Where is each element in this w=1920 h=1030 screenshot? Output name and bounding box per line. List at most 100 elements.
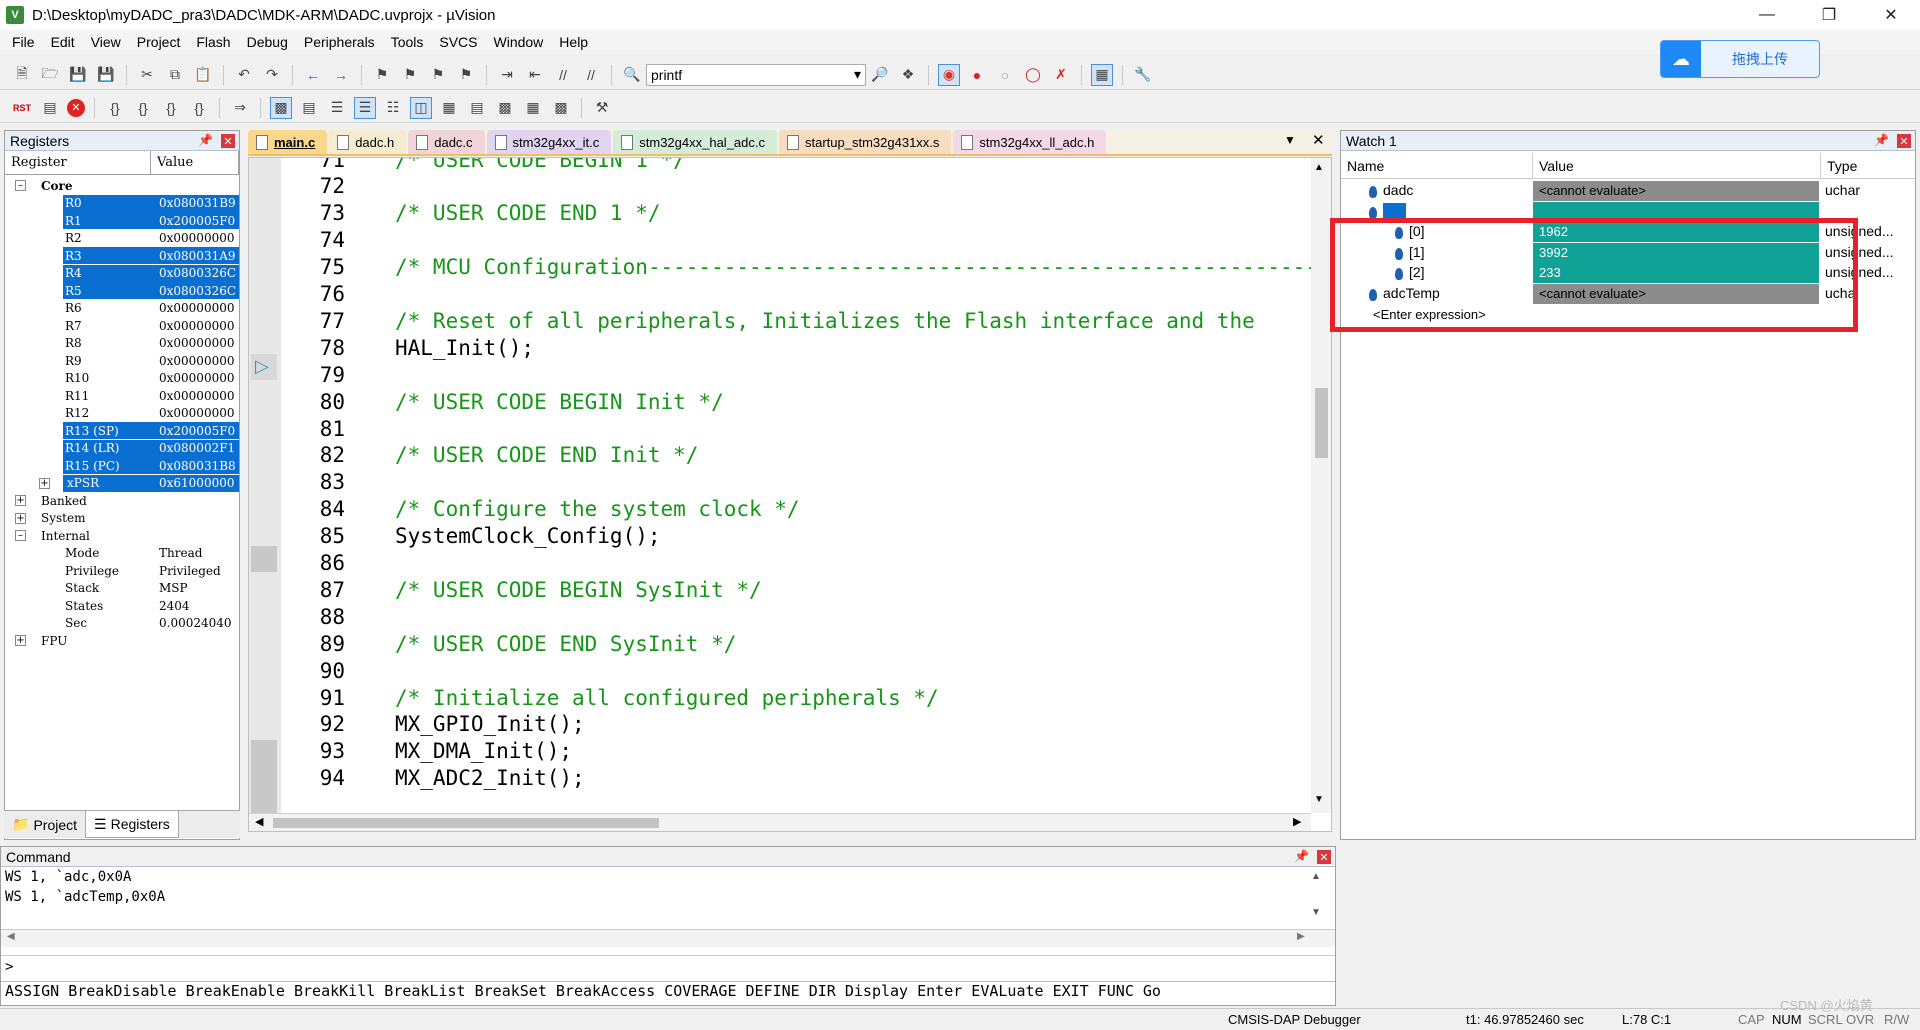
minimize-button[interactable]: — [1738,0,1796,30]
scroll-down-icon[interactable]: ▼ [1314,794,1324,805]
trace-windows-icon[interactable]: ▦ [522,97,544,119]
col-name[interactable]: Name [1341,153,1533,178]
pin-icon[interactable]: 📌 [1294,849,1309,863]
menu-tools[interactable]: Tools [391,34,424,50]
watch-row[interactable]: dadc <cannot evaluate> uchar [1341,181,1915,201]
register-row[interactable]: Stack MSP [5,580,237,597]
window-layout-icon[interactable]: ▦ [1091,63,1113,86]
code-line[interactable]: 91 /* Initialize all configured periphera… [249,684,1299,711]
scroll-down-icon[interactable]: ▼ [1311,907,1321,918]
registers-window-icon[interactable]: ☰ [354,96,376,119]
unindent-icon[interactable]: ⇤ [524,64,546,86]
disable-breakpoints-icon[interactable]: ◯ [1022,64,1044,86]
expand-icon[interactable]: + [39,477,50,489]
step-out-icon[interactable]: {} [160,97,182,119]
code-line[interactable]: 90 [249,657,1299,684]
undo-icon[interactable]: ↶ [233,64,255,86]
col-value[interactable]: Value [151,151,239,174]
editor-tab[interactable]: startup_stm32g431xx.s [779,130,952,154]
call-stack-window-icon[interactable]: ☷ [382,97,404,119]
cut-icon[interactable]: ✂ [136,64,158,86]
scroll-left-icon[interactable]: ◀ [7,931,15,942]
code-line[interactable]: 72 [249,173,1299,200]
breakpoint-icon[interactable]: ● [966,64,988,86]
menu-flash[interactable]: Flash [196,34,230,50]
nav-forward-icon[interactable]: → [330,64,352,86]
code-line[interactable]: 81 [249,415,1299,442]
code-line[interactable]: 86 [249,550,1299,577]
analysis-windows-icon[interactable]: ▩ [494,97,516,119]
code-editor[interactable]: ▷ 71/* USER CODE BEGIN 1 */72 73/* USER C… [248,157,1332,832]
code-line[interactable]: 71 /* USER CODE BEGIN 1 */ [249,158,1299,173]
uncomment-icon[interactable]: // [580,64,602,86]
code-line[interactable]: 83 [249,469,1299,496]
show-next-statement-icon[interactable]: ⇒ [229,97,251,119]
register-row[interactable]: R6 0x00000000 [5,300,237,317]
bookmark-prev-icon[interactable]: ⚑ [399,64,421,86]
restore-button[interactable]: ❐ [1800,0,1858,30]
disassembly-window-icon[interactable]: ▤ [298,97,320,119]
scroll-up-icon[interactable]: ▲ [1311,871,1321,882]
comment-icon[interactable]: // [552,64,574,86]
code-line[interactable]: 94 MX_ADC2_Init(); [249,765,1299,792]
register-row[interactable]: R8 0x00000000 [5,335,237,352]
tab-registers[interactable]: ☰ Registers [85,811,179,838]
register-row[interactable]: R1 0x200005F0 [5,212,239,229]
bookmark-icon[interactable]: ⚑ [371,64,393,86]
close-icon[interactable]: ✕ [1317,850,1331,864]
code-line[interactable]: 92 MX_GPIO_Init(); [249,711,1299,738]
stop-icon[interactable]: ✕ [67,98,85,117]
new-file-icon[interactable]: 🗎 [11,64,33,86]
command-input[interactable]: > [1,955,1335,979]
register-row[interactable]: States 2404 [5,597,237,614]
register-row[interactable]: R15 (PC) 0x080031B8 [5,457,239,474]
copy-icon[interactable]: ⧉ [164,64,186,86]
code-line[interactable]: 84 /* Configure the system clock */ [249,496,1299,523]
close-editor-icon[interactable]: ✕ [1312,131,1325,149]
register-row[interactable]: R13 (SP) 0x200005F0 [5,422,239,439]
editor-horizontal-scrollbar[interactable]: ◀ ▶ [249,813,1311,831]
reset-icon[interactable]: RST [11,97,33,119]
system-viewer-icon[interactable]: ▩ [550,97,572,119]
editor-tab[interactable]: stm32g4xx_hal_adc.c [613,130,777,154]
scroll-right-icon[interactable]: ▶ [1293,815,1301,828]
code-line[interactable]: 87 /* USER CODE BEGIN SysInit */ [249,576,1299,603]
expand-icon[interactable]: + [15,512,26,524]
collapse-icon[interactable]: – [15,180,26,191]
register-row[interactable]: R14 (LR) 0x080002F1 [5,439,239,457]
col-register[interactable]: Register [5,151,151,174]
menu-svcs[interactable]: SVCS [439,34,477,50]
col-type[interactable]: Type [1821,153,1915,178]
hscroll-thumb[interactable] [273,818,659,828]
bookmark-clear-icon[interactable]: ⚑ [455,64,477,86]
code-line[interactable]: 77 /* Reset of all peripherals, Initializ… [249,307,1299,334]
serial-windows-icon[interactable]: ▤ [466,97,488,119]
code-line[interactable]: 88 [249,603,1299,630]
open-file-icon[interactable]: 🗁 [39,64,61,86]
command-window-icon[interactable]: ▩ [270,96,292,119]
register-row[interactable]: Privilege Privileged [5,562,237,579]
code-line[interactable]: 93 MX_DMA_Init(); [249,738,1299,765]
save-all-icon[interactable]: 💾 [95,64,117,86]
command-horizontal-scrollbar[interactable]: ◀ ▶ [1,929,1335,947]
menu-window[interactable]: Window [494,34,544,50]
expand-icon[interactable]: + [15,495,26,506]
register-row[interactable]: R5 0x0800326C [5,282,239,299]
scroll-left-icon[interactable]: ◀ [255,815,263,828]
editor-tab[interactable]: main.c [248,130,328,154]
indent-icon[interactable]: ⇥ [496,64,518,86]
register-row[interactable]: R9 0x00000000 [5,352,237,369]
drag-upload-button[interactable]: ☁ 拖拽上传 [1660,40,1820,78]
bookmark-next-icon[interactable]: ⚑ [427,64,449,86]
editor-tab[interactable]: stm32g4xx_it.c [486,130,612,154]
find-combo[interactable]: printf ▾ [646,63,866,86]
tab-list-chevron-icon[interactable]: ▼ [1284,133,1296,147]
find-icon[interactable]: 🔎 [869,64,891,86]
register-group-core[interactable]: – Core [5,177,237,194]
menu-project[interactable]: Project [137,34,181,50]
debug-session-icon[interactable]: ◉ [938,63,960,86]
menu-peripherals[interactable]: Peripherals [304,34,375,50]
register-group-system[interactable]: + System [5,510,237,527]
run-icon[interactable]: ▤ [39,97,61,119]
register-row[interactable]: R10 0x00000000 [5,370,237,387]
